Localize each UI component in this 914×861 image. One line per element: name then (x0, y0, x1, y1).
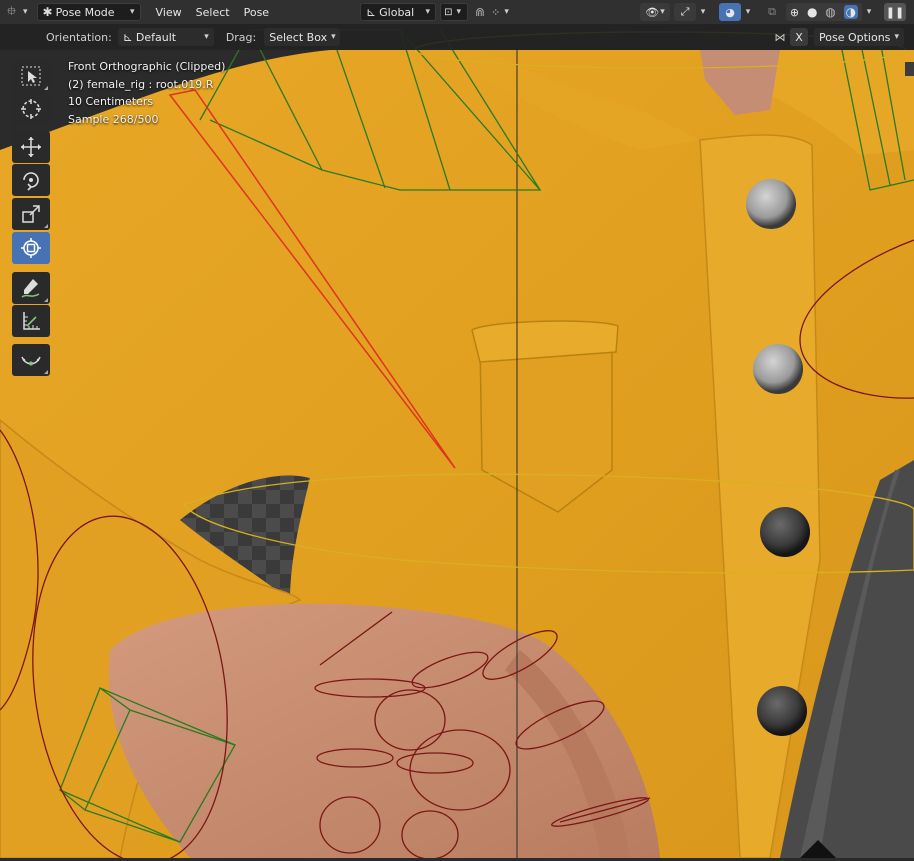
gizmo-icon: ⤢ (680, 5, 690, 18)
solid-shading-icon[interactable]: ● (807, 5, 817, 19)
magnet-icon: ⋒ (475, 5, 486, 19)
chevron-down-icon: ▾ (745, 7, 751, 17)
button-3 (760, 507, 810, 557)
pivot-point-dropdown[interactable]: ⊡ ▾ (440, 3, 469, 21)
chevron-down-icon: ▾ (660, 7, 665, 17)
render-sample: Sample 268/500 (68, 112, 159, 126)
snap-toggle[interactable]: ⋒ (472, 3, 488, 21)
active-bone: (2) female_rig : root.019.R (68, 77, 214, 91)
select-box-icon (21, 66, 41, 86)
chevron-down-icon: ▾ (866, 7, 872, 17)
tool-relax-pose[interactable] (12, 344, 50, 376)
drag-label: Drag: (225, 30, 257, 44)
tool-cursor[interactable] (12, 93, 50, 125)
shading-group: ⊕ ● ◍ ◑ (786, 3, 862, 21)
cursor-icon (21, 99, 41, 119)
tool-variant-indicator (44, 370, 48, 374)
button-2 (753, 344, 803, 394)
transform-orientation-dropdown[interactable]: ⊾ Global ▾ (360, 3, 437, 21)
view-name: Front Orthographic (Clipped) (68, 60, 226, 73)
pause-render-button[interactable]: ❚❚ (884, 3, 906, 21)
orientation-label: Orientation: (46, 30, 112, 44)
pose-options-label: Pose Options (819, 30, 891, 44)
grid-scale: 10 Centimeters (68, 95, 154, 108)
move-icon (21, 137, 41, 157)
orientation-value: Default (135, 30, 177, 44)
viewport-render (0, 0, 914, 861)
wireframe-shading-icon[interactable]: ⊕ (790, 6, 799, 19)
axis-editor-icon: ⯐ (7, 3, 17, 18)
chevron-down-icon: ▾ (700, 7, 706, 17)
mode-label: Pose Mode (55, 5, 115, 19)
orientation-axes-icon: ⊾ (366, 5, 377, 19)
menu-view[interactable]: View (149, 3, 189, 21)
tool-variant-indicator (44, 298, 48, 302)
snap-element-dropdown[interactable]: ⁘ ▾ (488, 3, 512, 21)
tool-move[interactable] (12, 131, 50, 163)
tool-rotate[interactable] (12, 164, 50, 196)
butterfly-icon: ⋈ (774, 30, 786, 44)
transform-orientation-label: Global (379, 5, 415, 19)
pose-options-dropdown[interactable]: Pose Options ▾ (814, 28, 904, 46)
relax-pose-icon (21, 356, 41, 366)
3d-viewport[interactable] (0, 0, 914, 861)
transform-icon (21, 238, 41, 258)
viewport-region-tab[interactable] (905, 62, 914, 76)
chevron-down-icon: ▾ (331, 32, 336, 42)
tool-transform[interactable] (12, 232, 50, 264)
overlays-dropdown[interactable]: ▾ (742, 3, 754, 21)
tool-variant-indicator (44, 86, 48, 90)
pause-icon: ❚❚ (885, 5, 905, 19)
pose-icon: ✱ (42, 5, 53, 19)
orientation-axes-icon: ⊾ (122, 30, 133, 44)
material-shading-icon[interactable]: ◍ (825, 5, 835, 19)
eye-icon: 👁 (645, 5, 660, 19)
chevron-down-icon: ▾ (894, 32, 899, 42)
chevron-down-icon: ▾ (456, 7, 461, 17)
tool-select-box[interactable] (12, 60, 50, 92)
tool-variant-indicator (44, 224, 48, 228)
mirror-toggle[interactable]: ⋈ (772, 28, 788, 46)
rotate-icon (23, 172, 39, 191)
tool-measure[interactable] (12, 305, 50, 337)
menu-select[interactable]: Select (189, 3, 237, 21)
rendered-shading-icon[interactable]: ◑ (843, 5, 859, 19)
drag-value: Select Box (269, 30, 328, 44)
xray-icon: ⧉ (768, 5, 776, 18)
mirror-x-label: X (795, 30, 803, 44)
chevron-down-icon: ▾ (504, 7, 509, 17)
viewport-info: Front Orthographic (Clipped) (2) female_… (68, 58, 225, 128)
overlays-icon: ◕ (725, 5, 735, 19)
overlays-toggle[interactable]: ◕ (719, 3, 741, 21)
tool-scale[interactable] (12, 198, 50, 230)
snap-grid-icon: ⁘ (491, 5, 501, 19)
gizmo-dropdown[interactable]: ▾ (697, 3, 709, 21)
mode-dropdown[interactable]: ✱ Pose Mode ▾ (36, 3, 141, 21)
tool-annotate[interactable] (12, 272, 50, 304)
chevron-down-icon: ▾ (130, 7, 135, 17)
visibility-dropdown[interactable]: 👁 ▾ (640, 3, 670, 21)
measure-ruler-icon (23, 312, 40, 330)
chevron-down-icon: ▾ (204, 32, 209, 42)
button-1 (746, 179, 796, 229)
annotate-pencil-icon (21, 279, 40, 298)
drag-dropdown[interactable]: Select Box ▾ (264, 28, 341, 46)
mirror-x-button[interactable]: X (790, 28, 808, 46)
scale-icon (22, 205, 40, 223)
menu-pose[interactable]: Pose (237, 3, 276, 21)
xray-toggle[interactable]: ⧉ (762, 3, 782, 21)
gizmo-toggle[interactable]: ⤢ (674, 3, 696, 21)
orientation-dropdown[interactable]: ⊾ Default ▾ (117, 28, 214, 46)
editor-type-button[interactable]: ⯐ ▾ (4, 3, 31, 21)
button-4 (757, 686, 807, 736)
pivot-icon: ⊡ (444, 6, 453, 18)
shading-dropdown[interactable]: ▾ (863, 3, 875, 21)
chevron-down-icon: ▾ (425, 7, 431, 17)
chevron-down-icon: ▾ (23, 7, 28, 17)
